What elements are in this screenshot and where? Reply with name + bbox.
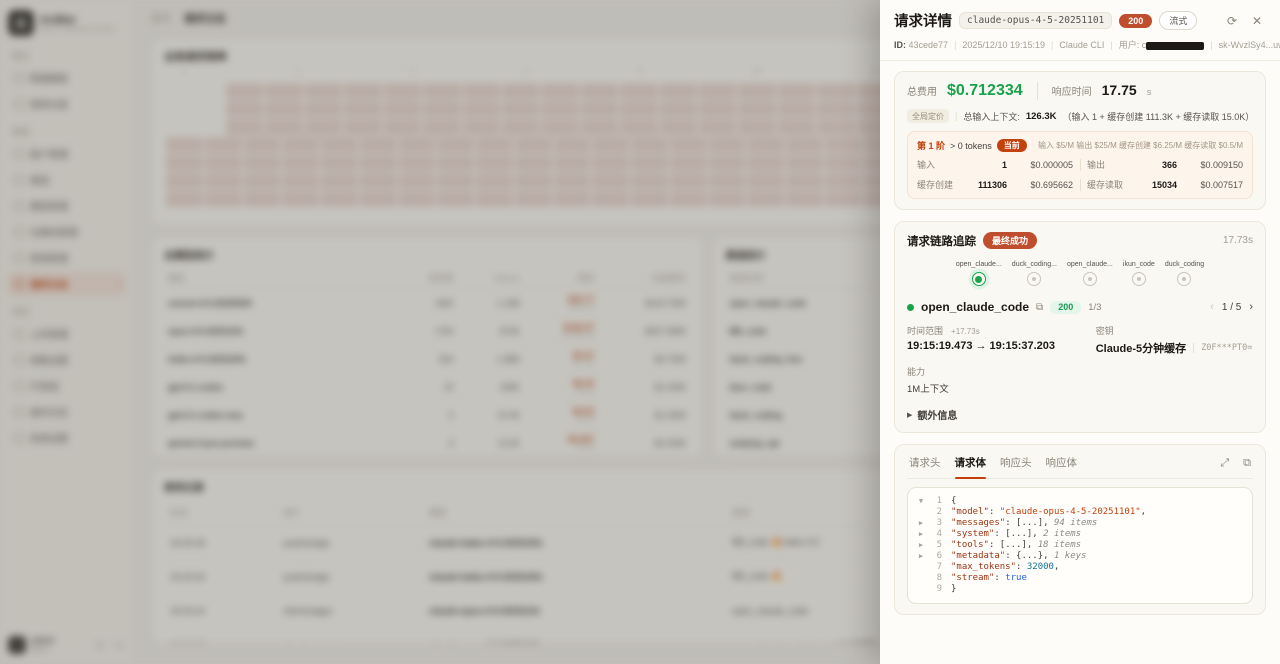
latency-value: 17.75 <box>1102 82 1137 98</box>
json-collapse-icon[interactable]: ▶ <box>916 518 926 529</box>
json-line: ▶4"system": [...], 2 items <box>916 529 1244 540</box>
key-masked-value: Z0F***PT0= <box>1193 343 1252 353</box>
json-line: 7"max_tokens": 32000, <box>916 562 1244 573</box>
chevron-left-icon[interactable]: ‹ <box>1210 301 1214 313</box>
total-cost-label: 总费用 <box>907 83 937 98</box>
drawer-title: 请求详情 <box>894 10 952 31</box>
success-dot-icon <box>907 304 914 311</box>
key-name: Claude-5分钟缓存 <box>1096 340 1186 356</box>
json-viewer: ▼1{2"model": "claude-opus-4-5-20251101",… <box>907 487 1253 604</box>
id-label: ID: <box>894 40 906 50</box>
cost-card: 总费用 $0.712334 响应时间 17.75 s 全局定价 | 总输入上下文… <box>894 71 1266 210</box>
capability-value: 1M上下文 <box>907 381 1096 395</box>
chevron-right-icon[interactable]: › <box>1249 301 1253 313</box>
json-line: ▶3"messages": [...], 94 items <box>916 518 1244 529</box>
payload-tabs: 请求头请求体响应头响应体 ⤢ ⧉ <box>907 455 1253 479</box>
redacted-username <box>1146 42 1204 50</box>
request-time: 2025/12/10 19:15:19 <box>962 40 1045 50</box>
latency-unit: s <box>1147 87 1152 97</box>
key-label: 密钥 <box>1096 324 1253 337</box>
request-id: 43cede77 <box>909 40 949 50</box>
screen: A AniBar Multi AI Gateway Console 概览数据看板… <box>0 0 1280 664</box>
json-line: ▼1{ <box>916 496 1244 507</box>
token-usage-grid: 输入1$0.000005输出366$0.009150缓存创建111306$0.6… <box>917 158 1243 191</box>
close-icon[interactable]: ✕ <box>1248 14 1266 28</box>
page-indicator: 1 / 5 <box>1222 302 1241 313</box>
time-range-label: 时间范围 <box>907 326 943 336</box>
request-meta: ID: 43cede77 | 2025/12/10 19:15:19 | Cla… <box>894 38 1266 51</box>
json-line: 8"stream": true <box>916 573 1244 584</box>
trace-node[interactable]: duck_coding <box>1165 261 1204 286</box>
json-collapse-icon[interactable]: ▶ <box>916 540 926 551</box>
tier-current-badge: 当前 <box>997 139 1027 152</box>
caret-right-icon: ▶ <box>907 411 912 419</box>
trace-card: 请求链路追踪 最终成功 17.73s open_claude... duck_co… <box>894 221 1266 433</box>
client-name: Claude CLI <box>1059 40 1104 50</box>
trace-node[interactable]: ikun_code <box>1123 261 1155 286</box>
time-delta: +17.73s <box>951 327 980 336</box>
tier-range: > 0 tokens <box>950 141 992 151</box>
json-line: 2"model": "claude-opus-4-5-20251101", <box>916 507 1244 518</box>
expand-icon[interactable]: ⤢ <box>1220 457 1229 470</box>
total-cost-value: $0.712334 <box>947 82 1023 100</box>
json-collapse-icon[interactable]: ▶ <box>916 529 926 540</box>
payload-card: 请求头请求体响应头响应体 ⤢ ⧉ ▼1{2"model": "claude-opus… <box>894 444 1266 615</box>
json-line: ▶5"tools": [...], 18 items <box>916 540 1244 551</box>
pricing-scope-tag: 全局定价 <box>907 109 949 123</box>
capability-label: 能力 <box>907 365 1096 378</box>
trace-duration: 17.73s <box>1223 235 1253 246</box>
time-range-value: 19:15:19.473 → 19:15:37.203 <box>907 340 1096 352</box>
context-total: 126.3K <box>1026 111 1057 122</box>
model-chip: claude-opus-4-5-20251101 <box>959 12 1112 29</box>
json-line: 9} <box>916 584 1244 595</box>
trace-node[interactable]: open_claude... <box>956 261 1002 286</box>
trace-status-badge: 200 <box>1050 301 1081 314</box>
stream-badge: 流式 <box>1159 11 1197 30</box>
trace-node-name: open_claude_code <box>921 300 1029 314</box>
json-collapse-icon[interactable]: ▼ <box>916 496 926 507</box>
tab-inactive[interactable]: 响应体 <box>1046 455 1078 472</box>
tier-name: 第 1 阶 <box>917 139 945 152</box>
trace-title: 请求链路追踪 <box>907 233 976 249</box>
trace-timeline: open_claude... duck_coding... open_claude.… <box>907 261 1253 286</box>
attempt-count: 1/3 <box>1088 302 1101 313</box>
extra-info-toggle[interactable]: ▶ 额外信息 <box>907 407 1253 422</box>
refresh-icon[interactable]: ⟳ <box>1223 14 1241 28</box>
copy-icon[interactable]: ⧉ <box>1243 457 1251 470</box>
user-label: 用户: <box>1119 40 1140 50</box>
json-line: ▶6"metadata": {...}, 1 keys <box>916 551 1244 562</box>
api-key-masked: sk-WvzlSy4...uwgB <box>1219 40 1280 50</box>
status-badge: 200 <box>1119 14 1152 28</box>
external-link-icon[interactable]: ⧉ <box>1036 302 1043 313</box>
extra-info-label: 额外信息 <box>917 407 957 422</box>
trace-node[interactable]: open_claude... <box>1067 261 1113 286</box>
pricing-tier-box: 第 1 阶 > 0 tokens 当前 输入 $5/M 输出 $25/M 缓存创… <box>907 131 1253 199</box>
tier-rates: 输入 $5/M 输出 $25/M 缓存创建 $6.25/M 缓存读取 $0.5/… <box>1038 140 1243 151</box>
trace-result-badge: 最终成功 <box>983 232 1037 249</box>
latency-label: 响应时间 <box>1052 83 1092 98</box>
tab-inactive[interactable]: 响应头 <box>1000 455 1032 472</box>
tab-inactive[interactable]: 请求头 <box>909 455 941 472</box>
request-detail-drawer: 请求详情 claude-opus-4-5-20251101 200 流式 ⟳ ✕… <box>880 0 1280 664</box>
json-collapse-icon[interactable]: ▶ <box>916 551 926 562</box>
trace-node[interactable]: duck_coding... <box>1012 261 1057 286</box>
tab-active[interactable]: 请求体 <box>955 455 987 472</box>
context-label: 总输入上下文: <box>963 110 1020 123</box>
context-detail: （输入 1 + 缓存创建 111.3K + 缓存读取 15.0K） <box>1063 110 1255 123</box>
